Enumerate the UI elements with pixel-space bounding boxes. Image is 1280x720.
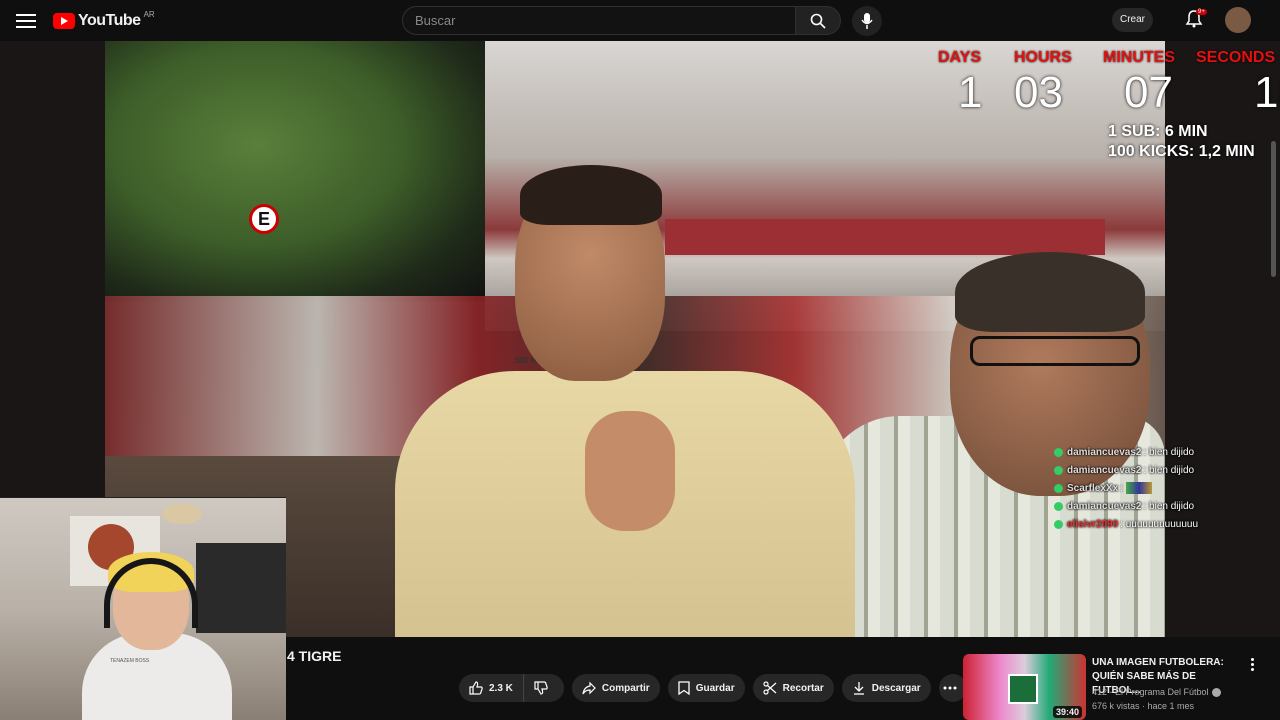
kicks-rate-text: 100 KICKS: 1,2 MIN bbox=[1108, 143, 1255, 160]
menu-icon[interactable] bbox=[14, 10, 38, 30]
chat-username: elisivr2090 bbox=[1067, 518, 1119, 530]
create-button[interactable]: Crear bbox=[1112, 8, 1154, 32]
bookmark-icon bbox=[678, 681, 690, 695]
countdown-days: 1 bbox=[958, 68, 983, 117]
chat-emote-icon bbox=[1125, 482, 1152, 494]
save-button[interactable]: Guardar bbox=[667, 674, 745, 702]
download-label: Descargar bbox=[871, 682, 921, 694]
logo-text: YouTube bbox=[78, 12, 141, 29]
countdown-label-days: DAYS bbox=[938, 49, 981, 66]
voice-search-button[interactable] bbox=[852, 6, 882, 36]
microphone-icon bbox=[861, 13, 873, 29]
chat-message: damiancuevas2: bien dijido bbox=[1054, 461, 1274, 479]
chat-message: elisivr2090: uuuuuuuuuuuuu bbox=[1054, 515, 1274, 533]
video-title: 4 TIGRE bbox=[287, 648, 342, 664]
hat bbox=[162, 504, 202, 524]
dislike-button[interactable] bbox=[523, 674, 564, 702]
chat-message: damiancuevas2: bien dijido bbox=[1054, 443, 1274, 461]
shelf bbox=[196, 543, 286, 633]
share-label: Compartir bbox=[601, 682, 650, 694]
chat-username: damiancuevas2 bbox=[1067, 500, 1142, 512]
search-button[interactable] bbox=[796, 6, 841, 35]
chat-badge-icon bbox=[1054, 447, 1063, 457]
thumbnail-image-inset bbox=[1008, 674, 1038, 704]
recommended-video[interactable]: 39:40 UNA IMAGEN FUTBOLERA: QUIÉN SABE M… bbox=[963, 654, 1280, 720]
subathon-info: 1 SUB: 6 MIN 100 KICKS: 1,2 MIN bbox=[1108, 122, 1255, 162]
countdown-labels: DAYS HOURS MINUTES SECONDS bbox=[938, 49, 1275, 67]
more-horizontal-icon bbox=[943, 686, 957, 690]
download-icon bbox=[853, 682, 864, 695]
countdown-label-hours: HOURS bbox=[1014, 49, 1072, 66]
thumbs-up-icon bbox=[469, 681, 483, 695]
create-label: Crear bbox=[1120, 14, 1146, 25]
chat-text: : bien dijido bbox=[1143, 500, 1195, 512]
chat-text: : bien dijido bbox=[1143, 464, 1195, 476]
man-center-hand bbox=[585, 411, 675, 531]
chat-text: : bien dijido bbox=[1143, 446, 1195, 458]
verified-icon bbox=[1211, 688, 1221, 698]
save-label: Guardar bbox=[695, 682, 735, 694]
share-icon bbox=[582, 681, 596, 695]
logo-country-code: AR bbox=[143, 9, 155, 19]
man-center-hair bbox=[520, 165, 662, 225]
page-scrollbar[interactable] bbox=[1271, 141, 1276, 277]
recommended-meta: 676 k vistas · hace 1 mes bbox=[1092, 701, 1195, 711]
countdown-minutes: 07 bbox=[1124, 68, 1173, 117]
video-actions: 2.3 K Compartir Guardar Recortar Descarg… bbox=[459, 674, 975, 702]
sub-rate-text: 1 SUB: 6 MIN bbox=[1108, 123, 1208, 140]
chat-message: damiancuevas2: bien dijido bbox=[1054, 497, 1274, 515]
recommended-channel[interactable]: 412 - El Programa Del Fútbol bbox=[1092, 687, 1221, 698]
countdown-hours: 03 bbox=[1014, 68, 1063, 117]
video-duration: 39:40 bbox=[1052, 706, 1082, 718]
countdown-label-minutes: MINUTES bbox=[1103, 49, 1175, 66]
account-avatar[interactable] bbox=[1225, 7, 1251, 33]
glasses bbox=[970, 336, 1140, 366]
like-count: 2.3 K bbox=[489, 682, 513, 694]
channel-name: 412 - El Programa Del Fútbol bbox=[1092, 687, 1209, 697]
streamer-shirt-print: TENAZEM BOSS bbox=[110, 658, 150, 664]
chat-badge-icon bbox=[1054, 501, 1063, 511]
chat-message: ScarflexXx: bbox=[1054, 479, 1274, 497]
youtube-play-icon bbox=[53, 13, 75, 29]
youtube-logo[interactable]: YouTube AR bbox=[53, 9, 155, 30]
chat-username: damiancuevas2 bbox=[1067, 446, 1142, 458]
streamer-webcam: TENAZEM BOSS bbox=[0, 497, 286, 720]
like-button[interactable]: 2.3 K bbox=[459, 674, 524, 702]
no-parking-sign: E bbox=[249, 204, 279, 234]
search-input[interactable]: Buscar bbox=[402, 6, 796, 35]
chat-overlay: damiancuevas2: bien dijido damiancuevas2… bbox=[1054, 443, 1274, 533]
countdown-label-seconds: SECONDS bbox=[1196, 49, 1276, 66]
countdown-seconds: 18 bbox=[1254, 68, 1280, 117]
man-right-hair bbox=[955, 252, 1145, 332]
chat-text: : bbox=[1120, 482, 1123, 494]
notification-count-badge: 9+ bbox=[1196, 9, 1207, 15]
video-man-center: SID MORTALES bbox=[395, 165, 855, 637]
clip-label: Recortar bbox=[782, 682, 824, 694]
download-button[interactable]: Descargar bbox=[841, 674, 931, 702]
chat-username: damiancuevas2 bbox=[1067, 464, 1142, 476]
countdown-values: 1 03 07 18 bbox=[958, 69, 1280, 117]
share-button[interactable]: Compartir bbox=[571, 674, 660, 702]
scissors-icon bbox=[763, 681, 777, 695]
chat-badge-icon bbox=[1054, 519, 1063, 529]
masthead: YouTube AR Buscar Crear 9+ bbox=[0, 0, 1280, 41]
search-icon bbox=[810, 13, 826, 29]
chat-text: : uuuuuuuuuuuuu bbox=[1120, 518, 1199, 530]
chat-badge-icon bbox=[1054, 465, 1063, 475]
like-dislike-group: 2.3 K bbox=[459, 674, 564, 702]
clip-button[interactable]: Recortar bbox=[752, 674, 834, 702]
thumbs-down-icon bbox=[534, 681, 548, 695]
kebab-menu-icon[interactable] bbox=[1246, 656, 1258, 672]
chat-username: ScarflexXx bbox=[1067, 482, 1119, 494]
recommended-thumbnail[interactable]: 39:40 bbox=[963, 654, 1086, 720]
chat-badge-icon bbox=[1054, 483, 1063, 493]
